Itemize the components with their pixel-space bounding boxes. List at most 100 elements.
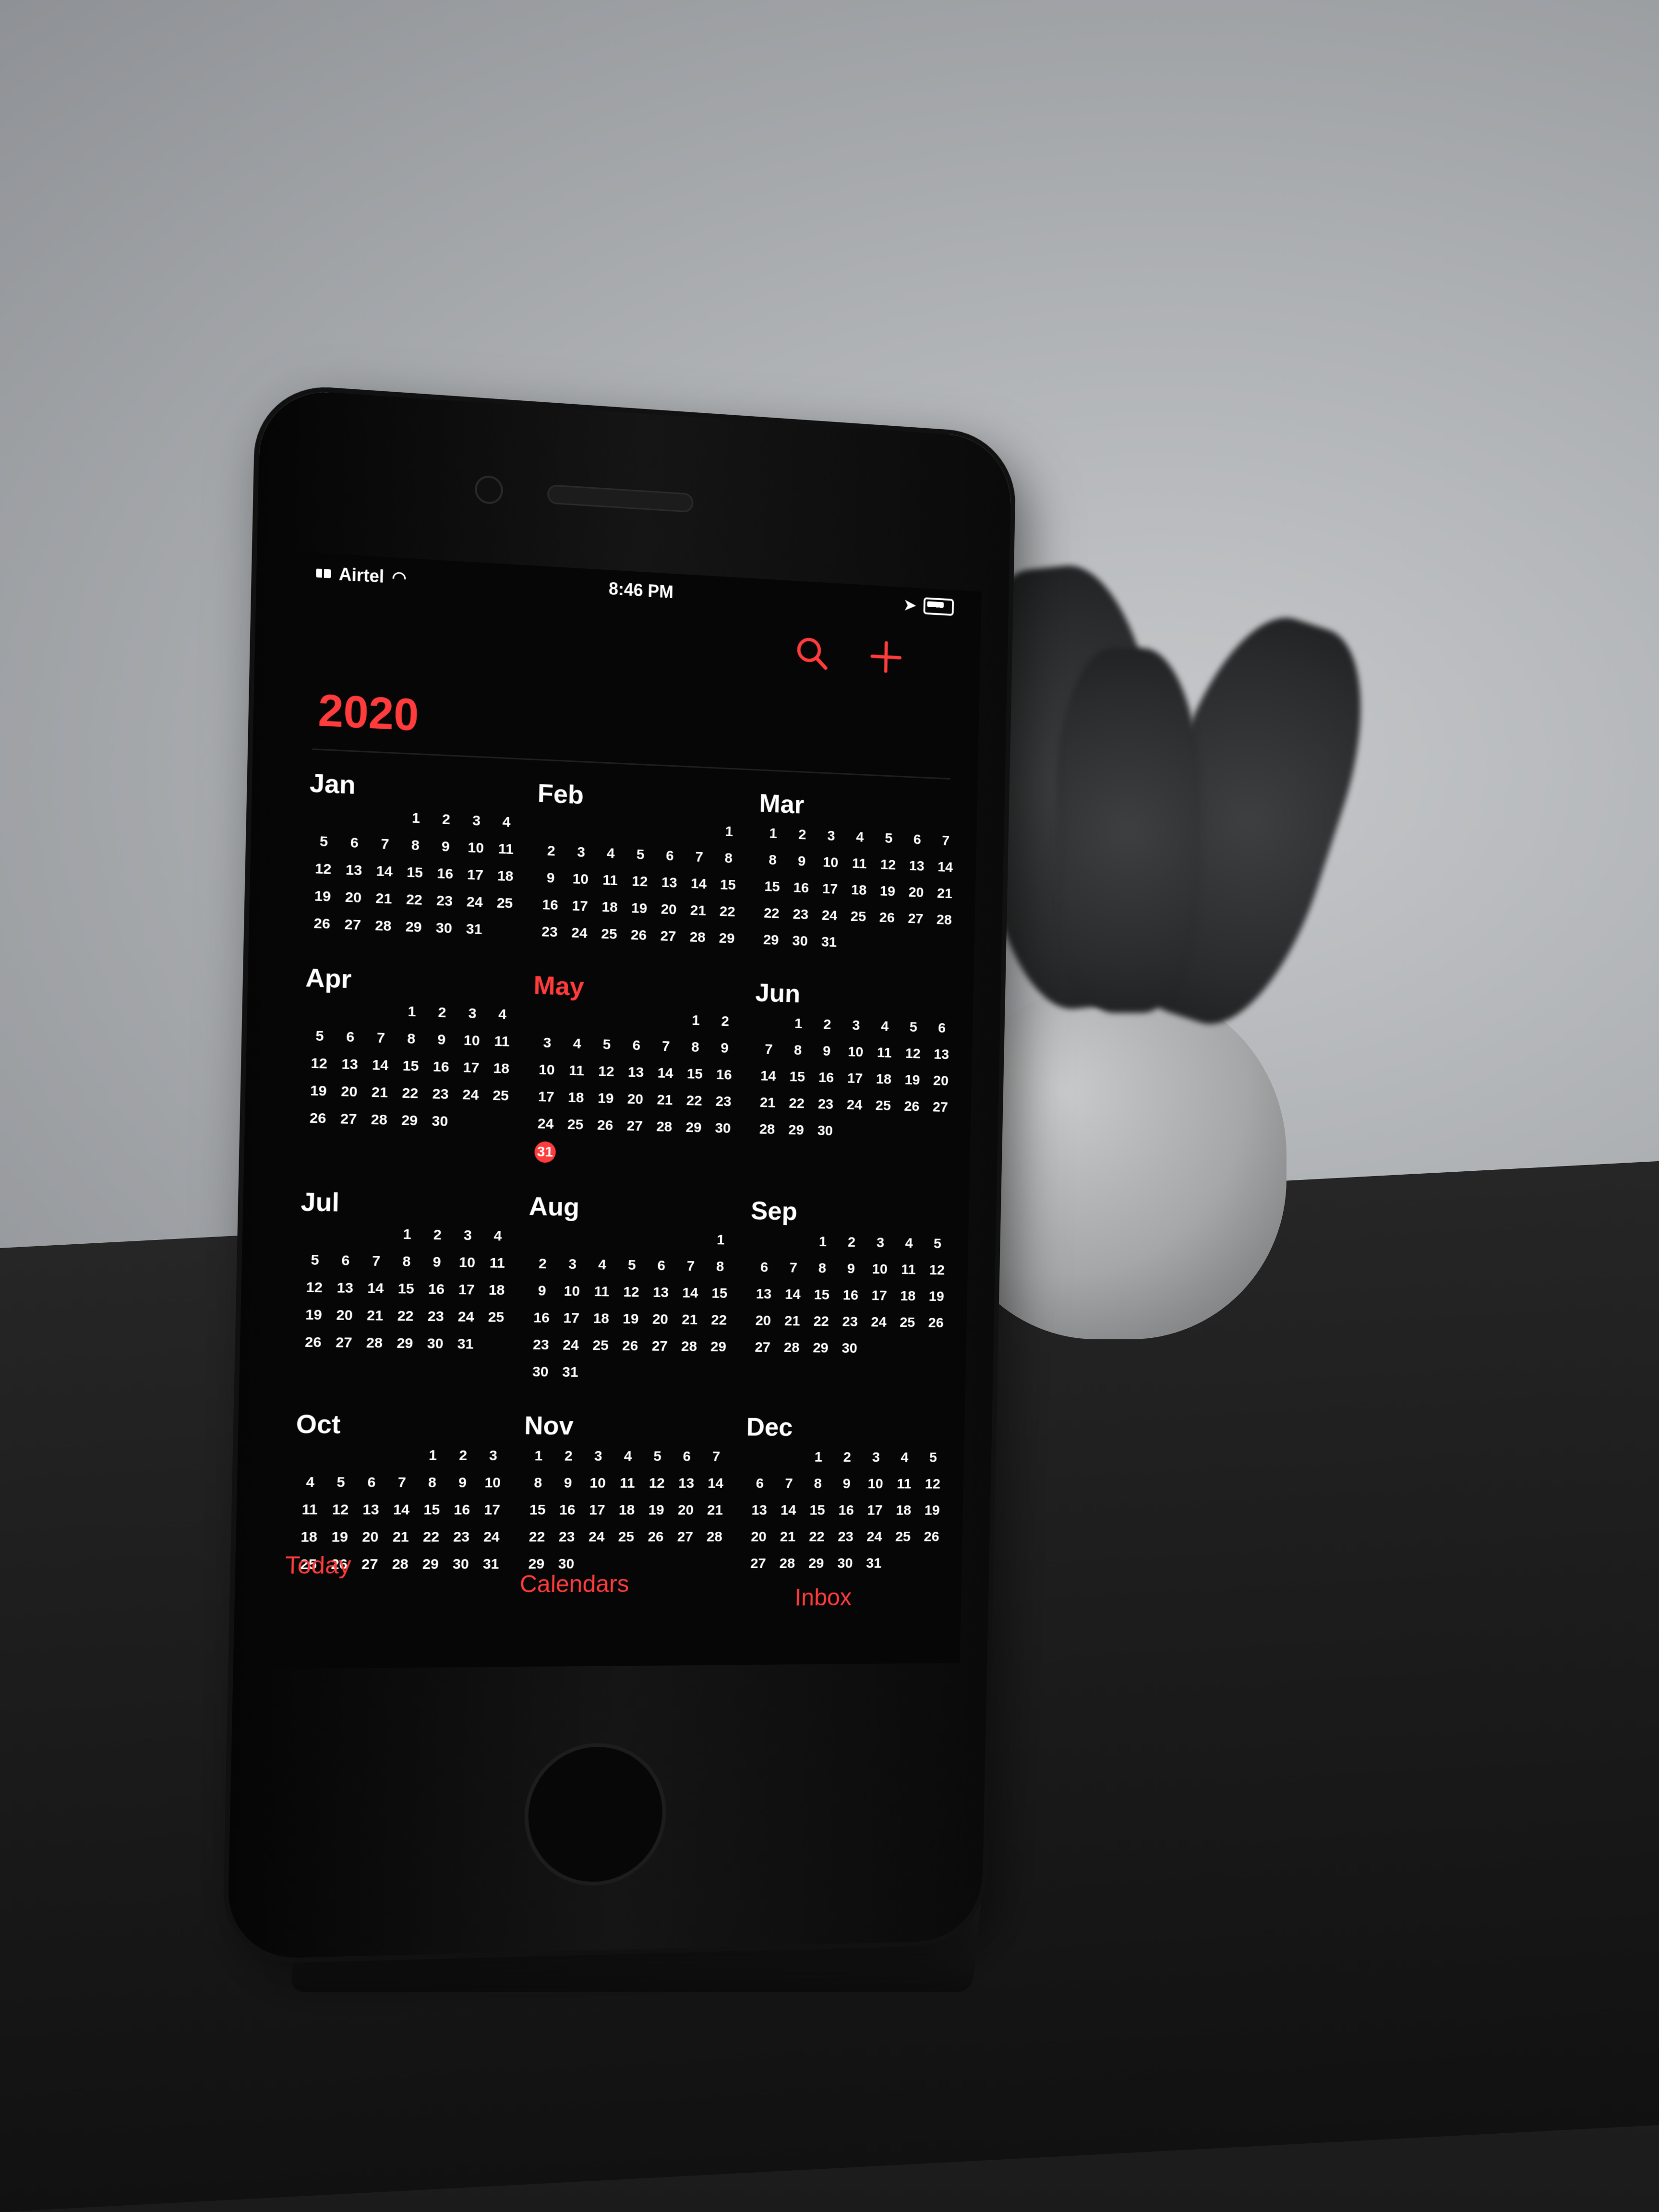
day-cell: 24 (530, 1114, 561, 1134)
day-cell: 13 (334, 1055, 365, 1075)
day-cell: 4 (894, 1234, 923, 1253)
month-apr[interactable]: Apr 1 2 3 4 5 6 7 8 9 10 11 12 13 14 15 16 17 18 19 20 21 22 23… (294, 962, 526, 1162)
day-cell: 18 (869, 1070, 899, 1089)
day-cell: 13 (672, 1474, 701, 1493)
day-cell: 5 (874, 829, 903, 849)
day-cell: 13 (329, 1278, 361, 1298)
day-cell: 14 (701, 1474, 731, 1493)
year-grid: Jan 1 2 3 4 5 6 7 8 9 10 11 12 13 14 15 16 17 18 19 20 21 22 23… (285, 768, 968, 1575)
day-cell: 1 (714, 822, 744, 842)
day-blank (309, 804, 340, 825)
day-cell: 16 (426, 1057, 457, 1077)
day-cell: 7 (361, 1251, 391, 1272)
day-cell: 21 (753, 1093, 782, 1113)
day-cell: 27 (337, 915, 368, 936)
day-cell: 19 (624, 899, 654, 919)
day-cell: 2 (710, 1011, 740, 1032)
day-cell: 30 (424, 1111, 455, 1131)
tab-today[interactable]: Today (285, 1551, 351, 1579)
day-cell: 8 (803, 1474, 832, 1493)
day-cell: 28 (777, 1338, 806, 1358)
tab-inbox[interactable]: Inbox (794, 1584, 852, 1611)
day-cell: 3 (866, 1233, 895, 1252)
day-cell: 19 (616, 1310, 646, 1329)
month-jun[interactable]: Jun 1 2 3 4 5 6 7 8 9 10 11 12 13 14 15 16 17 18 19 20 21 22 23… (744, 977, 964, 1172)
day-cell: 4 (890, 1448, 919, 1467)
day-cell: 11 (482, 1253, 512, 1273)
day-cell: 2 (427, 1003, 457, 1023)
day-cell: 22 (399, 890, 430, 911)
day-cell: 11 (587, 1282, 617, 1302)
day-cell: 9 (447, 1473, 478, 1493)
day-cell: 6 (927, 1019, 956, 1038)
day-cell: 31 (555, 1363, 585, 1382)
month-name: Nov (524, 1411, 732, 1442)
day-cell: 27 (926, 1097, 955, 1117)
month-jan[interactable]: Jan 1 2 3 4 5 6 7 8 9 10 11 12 13 14 15 16 17 18 19 20 21 22 23… (299, 768, 530, 941)
tab-calendars[interactable]: Calendars (519, 1570, 629, 1598)
day-cell: 28 (649, 1117, 679, 1137)
month-name: Dec (746, 1412, 948, 1443)
front-camera (475, 475, 504, 505)
day-cell: 4 (845, 827, 875, 847)
month-mar[interactable]: Mar 1 2 3 4 5 6 7 8 9 10 11 12 13 14 15 16 17 18 19 20 21 22 23… (749, 788, 968, 956)
day-cell: 15 (705, 1284, 734, 1303)
day-cell: 7 (651, 1036, 681, 1057)
day-cell: 5 (642, 1447, 672, 1466)
month-sep[interactable]: Sep 1 2 3 4 5 6 7 8 9 10 11 12 13 14 15 16 17 18 19 20 21 22 23… (740, 1196, 960, 1385)
day-cell: 16 (786, 878, 816, 898)
day-cell: 4 (482, 1226, 513, 1246)
day-cell: 28 (930, 910, 959, 930)
day-cell: 29 (704, 1337, 733, 1357)
month-may[interactable]: May 1 2 3 4 5 6 7 8 9 10 11 12 13 14 15 16 17 18 19 20 21 22 23… (522, 970, 748, 1167)
day-cell: 5 (308, 831, 339, 852)
day-cell: 28 (364, 1110, 395, 1130)
day-cell: 16 (709, 1065, 739, 1085)
day-cell: 24 (451, 1307, 481, 1327)
add-event-button[interactable] (865, 637, 907, 682)
day-cell: 24 (815, 906, 844, 926)
day-cell: 1 (681, 1010, 711, 1031)
day-cell: 17 (531, 1087, 561, 1107)
day-cell: 9 (837, 1259, 866, 1278)
day-cell: 15 (807, 1286, 836, 1305)
day-cell: 17 (565, 896, 595, 916)
day-cell: 13 (621, 1062, 650, 1082)
day-blank (775, 1448, 804, 1467)
month-days: 1 2 3 4 5 6 7 8 9 10 11 12 13 14 15 16 17 18 19 20 21 22 23 24 2… (306, 804, 521, 941)
day-cell: 16 (812, 1068, 841, 1088)
day-blank (331, 1224, 362, 1244)
day-cell: 20 (654, 900, 684, 920)
month-jul[interactable]: Jul 1 2 3 4 5 6 7 8 9 10 11 12 13 14 15 16 17 18 19 20 21 22 23… (289, 1187, 521, 1382)
day-cell: 7 (676, 1257, 706, 1276)
day-cell: 5 (919, 1448, 948, 1467)
month-name: Aug (529, 1191, 736, 1225)
day-cell: 6 (356, 1473, 387, 1492)
day-cell: 16 (527, 1308, 557, 1328)
day-cell: 5 (304, 1026, 335, 1047)
location-arrow-icon: ➤ (903, 596, 916, 614)
day-cell: 2 (422, 1225, 453, 1245)
day-cell: 23 (786, 904, 815, 925)
day-cell: 22 (712, 902, 742, 922)
day-cell: 11 (491, 839, 521, 860)
day-cell: 30 (420, 1334, 451, 1354)
day-cell: 30 (525, 1362, 555, 1382)
plant-leaves (1056, 648, 1200, 1013)
search-button[interactable] (790, 633, 833, 678)
home-button[interactable] (523, 1742, 668, 1887)
day-cell: 11 (487, 1032, 517, 1052)
day-cell: 2 (837, 1233, 866, 1252)
day-blank (336, 1000, 367, 1021)
day-cell: 20 (329, 1306, 360, 1325)
day-cell: 5 (899, 1018, 928, 1037)
month-feb[interactable]: Feb 1 2 3 4 5 6 7 8 9 10 11 12 13 14 15 16 17 18 19 20 21 22 23… (527, 778, 752, 949)
day-cell: 3 (478, 1446, 508, 1466)
day-blank (779, 1232, 808, 1251)
day-blank (676, 1230, 706, 1250)
day-cell: 3 (457, 1004, 488, 1024)
month-aug[interactable]: Aug 1 2 3 4 5 6 7 8 9 10 11 12 13 14 15 16 17 18 19 20 21 22 23… (517, 1191, 744, 1383)
day-cell: 16 (430, 864, 460, 884)
day-cell: 4 (596, 843, 626, 864)
day-cell: 17 (860, 1501, 890, 1520)
